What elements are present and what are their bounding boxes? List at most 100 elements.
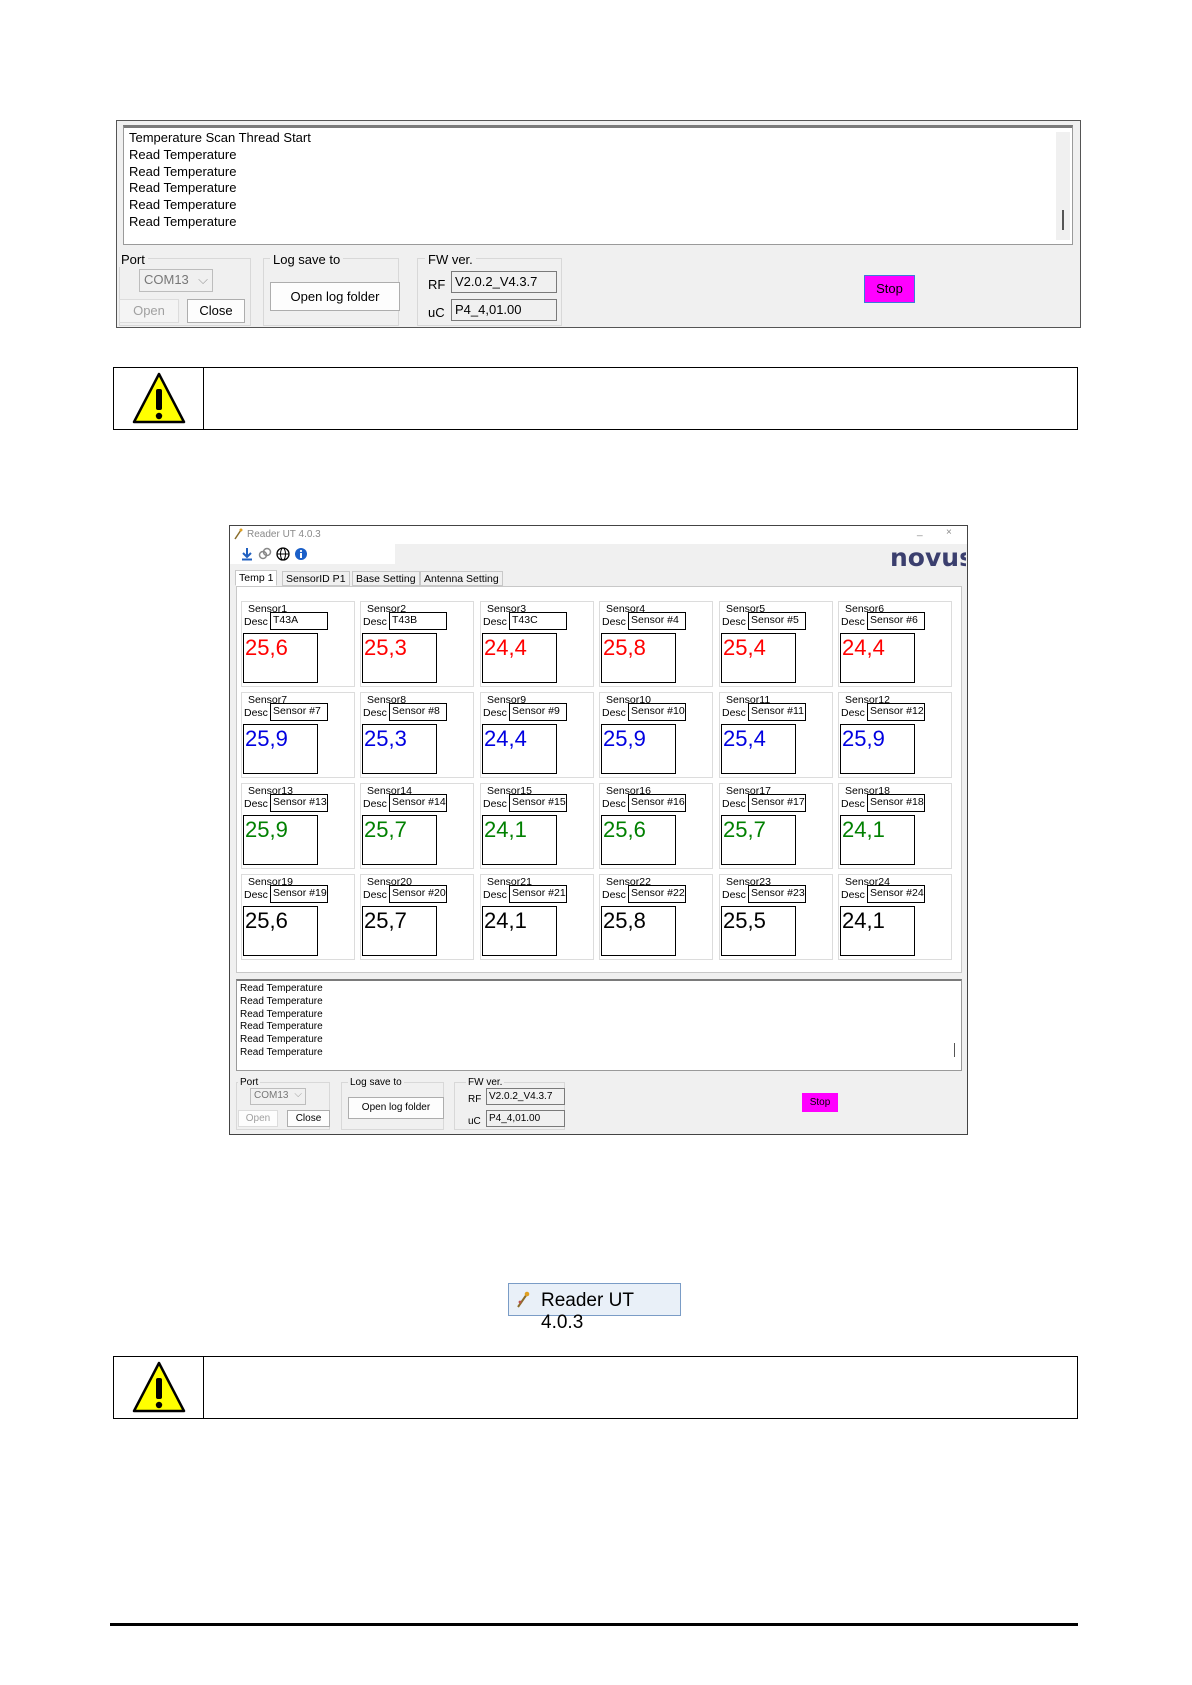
- sensor-desc-field[interactable]: Sensor #8: [389, 703, 447, 721]
- close-port-button[interactable]: Close: [187, 299, 245, 323]
- download-icon[interactable]: [240, 547, 254, 561]
- sensor-desc-field[interactable]: Sensor #20: [389, 885, 447, 903]
- sensor-temperature-box: 25,9: [601, 724, 676, 774]
- tab-sensorid-p1[interactable]: SensorID P1: [282, 571, 350, 586]
- sensor-temperature-box: 25,8: [601, 633, 676, 683]
- desc-label: Desc: [244, 798, 268, 810]
- open-log-folder-button[interactable]: Open log folder: [348, 1097, 444, 1119]
- app-icon: [517, 1291, 530, 1308]
- sensor-card: Sensor20 Desc Sensor #20 25,7: [360, 874, 474, 960]
- tab-antenna-setting[interactable]: Antenna Setting: [420, 571, 503, 586]
- sensor-desc-field[interactable]: Sensor #18: [867, 794, 925, 812]
- open-port-button[interactable]: Open: [119, 299, 179, 323]
- desc-label: Desc: [244, 616, 268, 628]
- sensor-temperature-value: 25,8: [603, 908, 646, 933]
- sensor-desc-field[interactable]: Sensor #21: [509, 885, 567, 903]
- sensor-desc-field[interactable]: Sensor #6: [867, 612, 925, 630]
- stop-button[interactable]: Stop: [864, 275, 915, 303]
- desc-label: Desc: [244, 889, 268, 901]
- sensor-desc-field[interactable]: Sensor #14: [389, 794, 447, 812]
- window-title: Reader UT 4.0.3: [247, 529, 321, 540]
- open-log-folder-button[interactable]: Open log folder: [270, 282, 400, 311]
- sensor-desc-field[interactable]: Sensor #11: [748, 703, 806, 721]
- sensor-desc-field[interactable]: T43B: [389, 612, 447, 630]
- desc-label: Desc: [602, 798, 626, 810]
- sensor-card: Sensor3 Desc T43C 24,4: [480, 601, 594, 687]
- close-port-button[interactable]: Close: [287, 1110, 330, 1127]
- log-scrollbar[interactable]: [1056, 132, 1070, 240]
- sensor-desc-field[interactable]: Sensor #15: [509, 794, 567, 812]
- sensor-temperature-value: 24,4: [484, 726, 527, 751]
- open-port-button[interactable]: Open: [238, 1110, 278, 1127]
- tab-temp-1[interactable]: Temp 1: [235, 570, 278, 586]
- sensor-desc-field[interactable]: Sensor #7: [270, 703, 328, 721]
- novus-logo: novus: [890, 544, 966, 570]
- close-window-button[interactable]: ×: [946, 527, 952, 538]
- sensor-desc-field[interactable]: Sensor #24: [867, 885, 925, 903]
- sensor-card: Sensor13 Desc Sensor #13 25,9: [241, 783, 355, 869]
- sensor-card: Sensor19 Desc Sensor #19 25,6: [241, 874, 355, 960]
- sensor-temperature-box: 24,1: [840, 906, 915, 956]
- log-textbox[interactable]: Temperature Scan Thread Start Read Temper…: [123, 125, 1073, 245]
- desc-label: Desc: [483, 798, 507, 810]
- sensor-desc-field[interactable]: Sensor #9: [509, 703, 567, 721]
- log-line: Read Temperature: [240, 1046, 323, 1058]
- reader-ut-window: Reader UT 4.0.3 _ × novus Temp 1 SensorI…: [229, 525, 968, 1135]
- sensor-temperature-value: 24,1: [842, 908, 885, 933]
- sensor-temperature-value: 25,9: [603, 726, 646, 751]
- log-save-group-label: Log save to: [348, 1077, 404, 1088]
- sensor-desc-field[interactable]: Sensor #13: [270, 794, 328, 812]
- sensor-card: Sensor18 Desc Sensor #18 24,1: [838, 783, 952, 869]
- desc-label: Desc: [483, 616, 507, 628]
- desc-label: Desc: [602, 616, 626, 628]
- desc-label: Desc: [363, 798, 387, 810]
- log-line: Temperature Scan Thread Start: [129, 130, 311, 145]
- rf-version-field: V2.0.2_V4.3.7: [486, 1088, 565, 1105]
- uc-version-field: P4_4,01.00: [486, 1110, 565, 1127]
- port-select[interactable]: COM13 ⌵: [139, 269, 213, 292]
- desc-label: Desc: [841, 889, 865, 901]
- log-textbox[interactable]: Read Temperature Read Temperature Read Tem…: [236, 979, 962, 1071]
- log-scrollbar[interactable]: [949, 985, 959, 1065]
- sensor-desc-field[interactable]: T43C: [509, 612, 567, 630]
- sensor-desc-field[interactable]: Sensor #22: [628, 885, 686, 903]
- desc-label: Desc: [483, 889, 507, 901]
- sensor-temperature-box: 25,5: [721, 906, 796, 956]
- uc-version-field: P4_4,01.00: [451, 299, 557, 321]
- globe-icon[interactable]: [276, 547, 290, 561]
- desc-label: Desc: [722, 889, 746, 901]
- tab-base-setting[interactable]: Base Setting: [352, 571, 420, 586]
- sensor-desc-field[interactable]: Sensor #19: [270, 885, 328, 903]
- stop-button[interactable]: Stop: [802, 1093, 838, 1112]
- sensor-desc-field[interactable]: Sensor #4: [628, 612, 686, 630]
- sensor-card: Sensor5 Desc Sensor #5 25,4: [719, 601, 833, 687]
- port-select[interactable]: COM13 ⌵: [250, 1088, 306, 1105]
- sensor-temperature-box: 24,4: [482, 724, 557, 774]
- sensor-temperature-box: 25,3: [362, 724, 437, 774]
- sensor-card: Sensor6 Desc Sensor #6 24,4: [838, 601, 952, 687]
- sensor-card: Sensor14 Desc Sensor #14 25,7: [360, 783, 474, 869]
- chevron-down-icon: ⌵: [198, 272, 208, 287]
- sensor-temperature-box: 25,9: [243, 724, 318, 774]
- sensor-desc-field[interactable]: Sensor #5: [748, 612, 806, 630]
- warning-icon-cell: [114, 1357, 204, 1418]
- link-icon[interactable]: [258, 547, 272, 561]
- sensor-desc-field[interactable]: Sensor #16: [628, 794, 686, 812]
- log-line: Read Temperature: [240, 1008, 323, 1020]
- sensor-temperature-box: 25,9: [840, 724, 915, 774]
- minimize-button[interactable]: _: [917, 526, 923, 537]
- sensor-desc-field[interactable]: Sensor #23: [748, 885, 806, 903]
- sensor-desc-field[interactable]: Sensor #10: [628, 703, 686, 721]
- sensor-temperature-box: 24,1: [482, 906, 557, 956]
- info-icon[interactable]: [294, 547, 308, 561]
- sensor-desc-field[interactable]: T43A: [270, 612, 328, 630]
- port-select-value: COM13: [254, 1090, 289, 1101]
- sensor-card: Sensor15 Desc Sensor #15 24,1: [480, 783, 594, 869]
- sensor-desc-field[interactable]: Sensor #17: [748, 794, 806, 812]
- sensor-temperature-value: 25,9: [842, 726, 885, 751]
- desc-label: Desc: [363, 616, 387, 628]
- warning-box: [113, 1356, 1078, 1419]
- sensor-temperature-value: 25,6: [245, 908, 288, 933]
- sensor-desc-field[interactable]: Sensor #12: [867, 703, 925, 721]
- log-save-group-label: Log save to: [270, 252, 344, 267]
